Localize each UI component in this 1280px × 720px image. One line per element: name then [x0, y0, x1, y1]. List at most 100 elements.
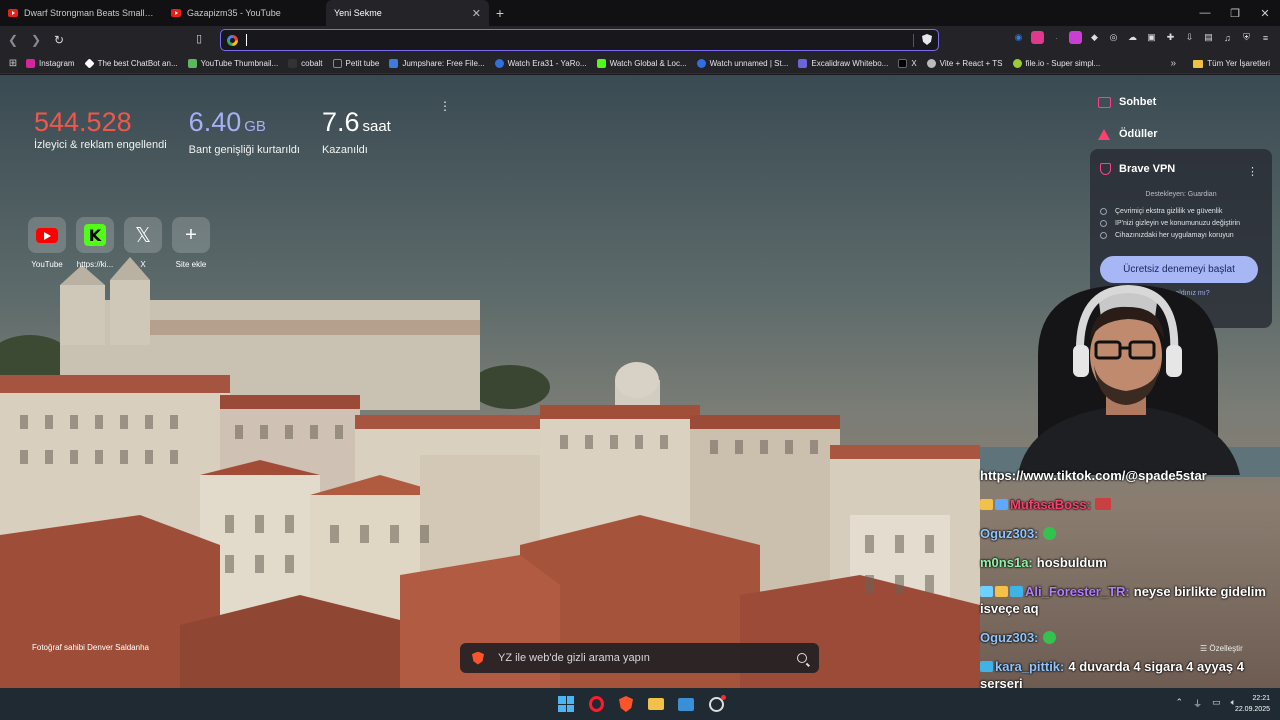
bookmark-item[interactable]: X	[898, 59, 917, 68]
extension-icon[interactable]: ☁	[1126, 31, 1139, 44]
extension-icon[interactable]: ◎	[1107, 31, 1120, 44]
sidebar-icon[interactable]: ▤	[1202, 31, 1215, 44]
opera-taskbar-button[interactable]	[586, 694, 606, 714]
ads-blocked-value: 544.528	[34, 107, 132, 137]
bookmark-label: Vite + React + TS	[939, 59, 1003, 68]
bookmark-item[interactable]: cobalt	[288, 59, 323, 68]
bookmark-item[interactable]: Watch unnamed | St...	[696, 59, 788, 68]
bookmark-label: Excalidraw Whitebo...	[811, 59, 889, 68]
photo-credit[interactable]: Fotoğraf sahibi Denver Saldanha	[32, 643, 149, 652]
minimize-icon[interactable]: —	[1190, 7, 1220, 19]
search-icon[interactable]	[797, 653, 807, 663]
bookmark-item[interactable]: YouTube Thumbnail...	[187, 59, 278, 68]
rewards-link[interactable]: Ödüller	[1098, 128, 1158, 140]
tab-1[interactable]: Dwarf Strongman Beats Smaller Opponent	[0, 0, 163, 26]
back-icon[interactable]: ❮	[3, 30, 23, 50]
top-sites: YouTube K https://ki... 𝕏 X + Site ekle	[28, 217, 210, 269]
address-input[interactable]	[247, 34, 938, 46]
bookmark-item[interactable]: Watch Era31 - YaRo...	[494, 59, 587, 68]
bookmark-item[interactable]: Vite + React + TS	[926, 59, 1003, 68]
bookmark-item[interactable]: Petit tube	[332, 59, 379, 68]
rewards-icon	[1098, 128, 1110, 140]
start-free-trial-button[interactable]: Ücretsiz denemeyi başlat	[1100, 256, 1258, 283]
opera-icon	[588, 696, 604, 712]
vpn-feature: Cihazınızdaki her uygulamayı koruyun	[1100, 232, 1262, 239]
chat-text: hosbuldum	[1036, 555, 1107, 570]
top-site-x[interactable]: 𝕏 X	[124, 217, 162, 269]
bookmark-item[interactable]: Watch Global & Loc...	[596, 59, 687, 68]
tab-2[interactable]: Gazapizm35 - YouTube	[163, 0, 326, 26]
usb-icon[interactable]: ⏚	[1193, 697, 1202, 710]
download-icon[interactable]: ⇩	[1183, 31, 1196, 44]
all-bookmarks-folder[interactable]: Tüm Yer İşaretleri	[1193, 59, 1270, 68]
bookmark-label: cobalt	[301, 59, 323, 68]
bookmark-item[interactable]: file.io - Super simpl...	[1012, 59, 1100, 68]
tab-title: Gazapizm35 - YouTube	[187, 8, 281, 18]
chevron-up-icon[interactable]: ⌃	[1176, 697, 1184, 710]
private-search-box[interactable]	[460, 643, 819, 673]
chat-message: Ali_Forester_TR: neyse birlikte gidelim i…	[980, 583, 1280, 617]
extension-icon[interactable]	[1069, 31, 1082, 44]
clock[interactable]: 22:21 22.09.2025	[1235, 693, 1270, 715]
stats-more-menu-icon[interactable]: ⋮	[439, 99, 451, 113]
clock-date: 22.09.2025	[1234, 706, 1270, 713]
extension-icons: ◉ · ◆ ◎ ☁ ▣ ✚ ⇩ ▤ ♫ ⛨ ≡	[1012, 31, 1272, 44]
vpn-more-menu-icon[interactable]: ⋮	[1247, 165, 1258, 178]
chat-message: kara_pittik: 4 duvarda 4 sigara 4 ayyaş 4…	[980, 658, 1280, 688]
search-input[interactable]	[498, 652, 797, 664]
bookmark-label: Instagram	[39, 59, 75, 68]
close-tab-icon[interactable]: ✕	[472, 7, 481, 20]
bookmarks-bar: ⊞ Instagram The best ChatBot an... YouTu…	[0, 54, 1280, 74]
extension-icon[interactable]: ·	[1050, 31, 1063, 44]
chat-username: kara_pittik:	[995, 659, 1065, 674]
youtube-icon	[36, 227, 58, 243]
customize-button[interactable]: ☰ Özelleştir	[1200, 644, 1243, 653]
tab-3-active[interactable]: Yeni Sekme ✕	[326, 0, 489, 26]
ads-blocked-stat: 544.528 İzleyici & reklam engellendi	[34, 107, 167, 156]
add-site-button[interactable]: + Site ekle	[172, 217, 210, 269]
close-window-icon[interactable]: ✕	[1250, 7, 1280, 20]
vpn-feature: IP'nizi gizleyin ve konumunuzu değiştiri…	[1100, 220, 1262, 227]
rewards-label: Ödüller	[1119, 128, 1158, 140]
bookmark-item[interactable]: The best ChatBot an...	[83, 58, 178, 69]
store-button[interactable]	[676, 694, 696, 714]
network-icon[interactable]: ▭	[1212, 697, 1221, 710]
extension-icon[interactable]: ◆	[1088, 31, 1101, 44]
brave-taskbar-button[interactable]	[616, 694, 636, 714]
time-saved-label: Kazanıldı	[321, 144, 368, 156]
restore-icon[interactable]: ❐	[1220, 7, 1250, 20]
x-icon: 𝕏	[134, 223, 152, 247]
gem-badge-icon	[995, 499, 1008, 510]
reload-icon[interactable]: ↻	[49, 30, 69, 50]
windows-icon	[558, 696, 574, 712]
youtube-favicon-icon	[8, 9, 18, 17]
app-taskbar-button[interactable]	[706, 694, 726, 714]
extension-icon[interactable]: ▣	[1145, 31, 1158, 44]
extension-icon[interactable]	[1031, 31, 1044, 44]
shield-vpn-icon[interactable]: ⛨	[1240, 31, 1253, 44]
start-button[interactable]	[556, 694, 576, 714]
bookmark-item[interactable]: Jumpshare: Free File...	[389, 59, 485, 68]
top-site-youtube[interactable]: YouTube	[28, 217, 66, 269]
menu-icon[interactable]: ≡	[1259, 31, 1272, 44]
more-bookmarks-icon[interactable]: »	[1170, 58, 1176, 69]
top-site-kick[interactable]: K https://ki...	[76, 217, 114, 269]
puzzle-icon[interactable]: ✚	[1164, 31, 1177, 44]
folder-icon	[648, 698, 664, 710]
chat-link[interactable]: Sohbet	[1098, 96, 1156, 108]
translate-icon[interactable]: ◉	[1012, 31, 1025, 44]
chat-username: Oguz303:	[980, 630, 1039, 645]
forward-icon[interactable]: ❯	[26, 30, 46, 50]
bookmark-label: Watch Era31 - YaRo...	[507, 59, 587, 68]
bandwidth-unit: GB	[244, 118, 266, 135]
apps-grid-icon[interactable]: ⊞	[0, 58, 26, 69]
address-bar[interactable]	[220, 29, 939, 51]
bookmark-item[interactable]: Instagram	[26, 59, 75, 68]
music-icon[interactable]: ♫	[1221, 31, 1234, 44]
file-explorer-button[interactable]	[646, 694, 666, 714]
customize-label: Özelleştir	[1209, 644, 1243, 653]
x-icon	[898, 59, 908, 68]
bookmark-item[interactable]: Excalidraw Whitebo...	[798, 59, 888, 68]
new-tab-button[interactable]: +	[489, 0, 511, 26]
bookmark-page-icon[interactable]: ▯	[196, 32, 202, 45]
